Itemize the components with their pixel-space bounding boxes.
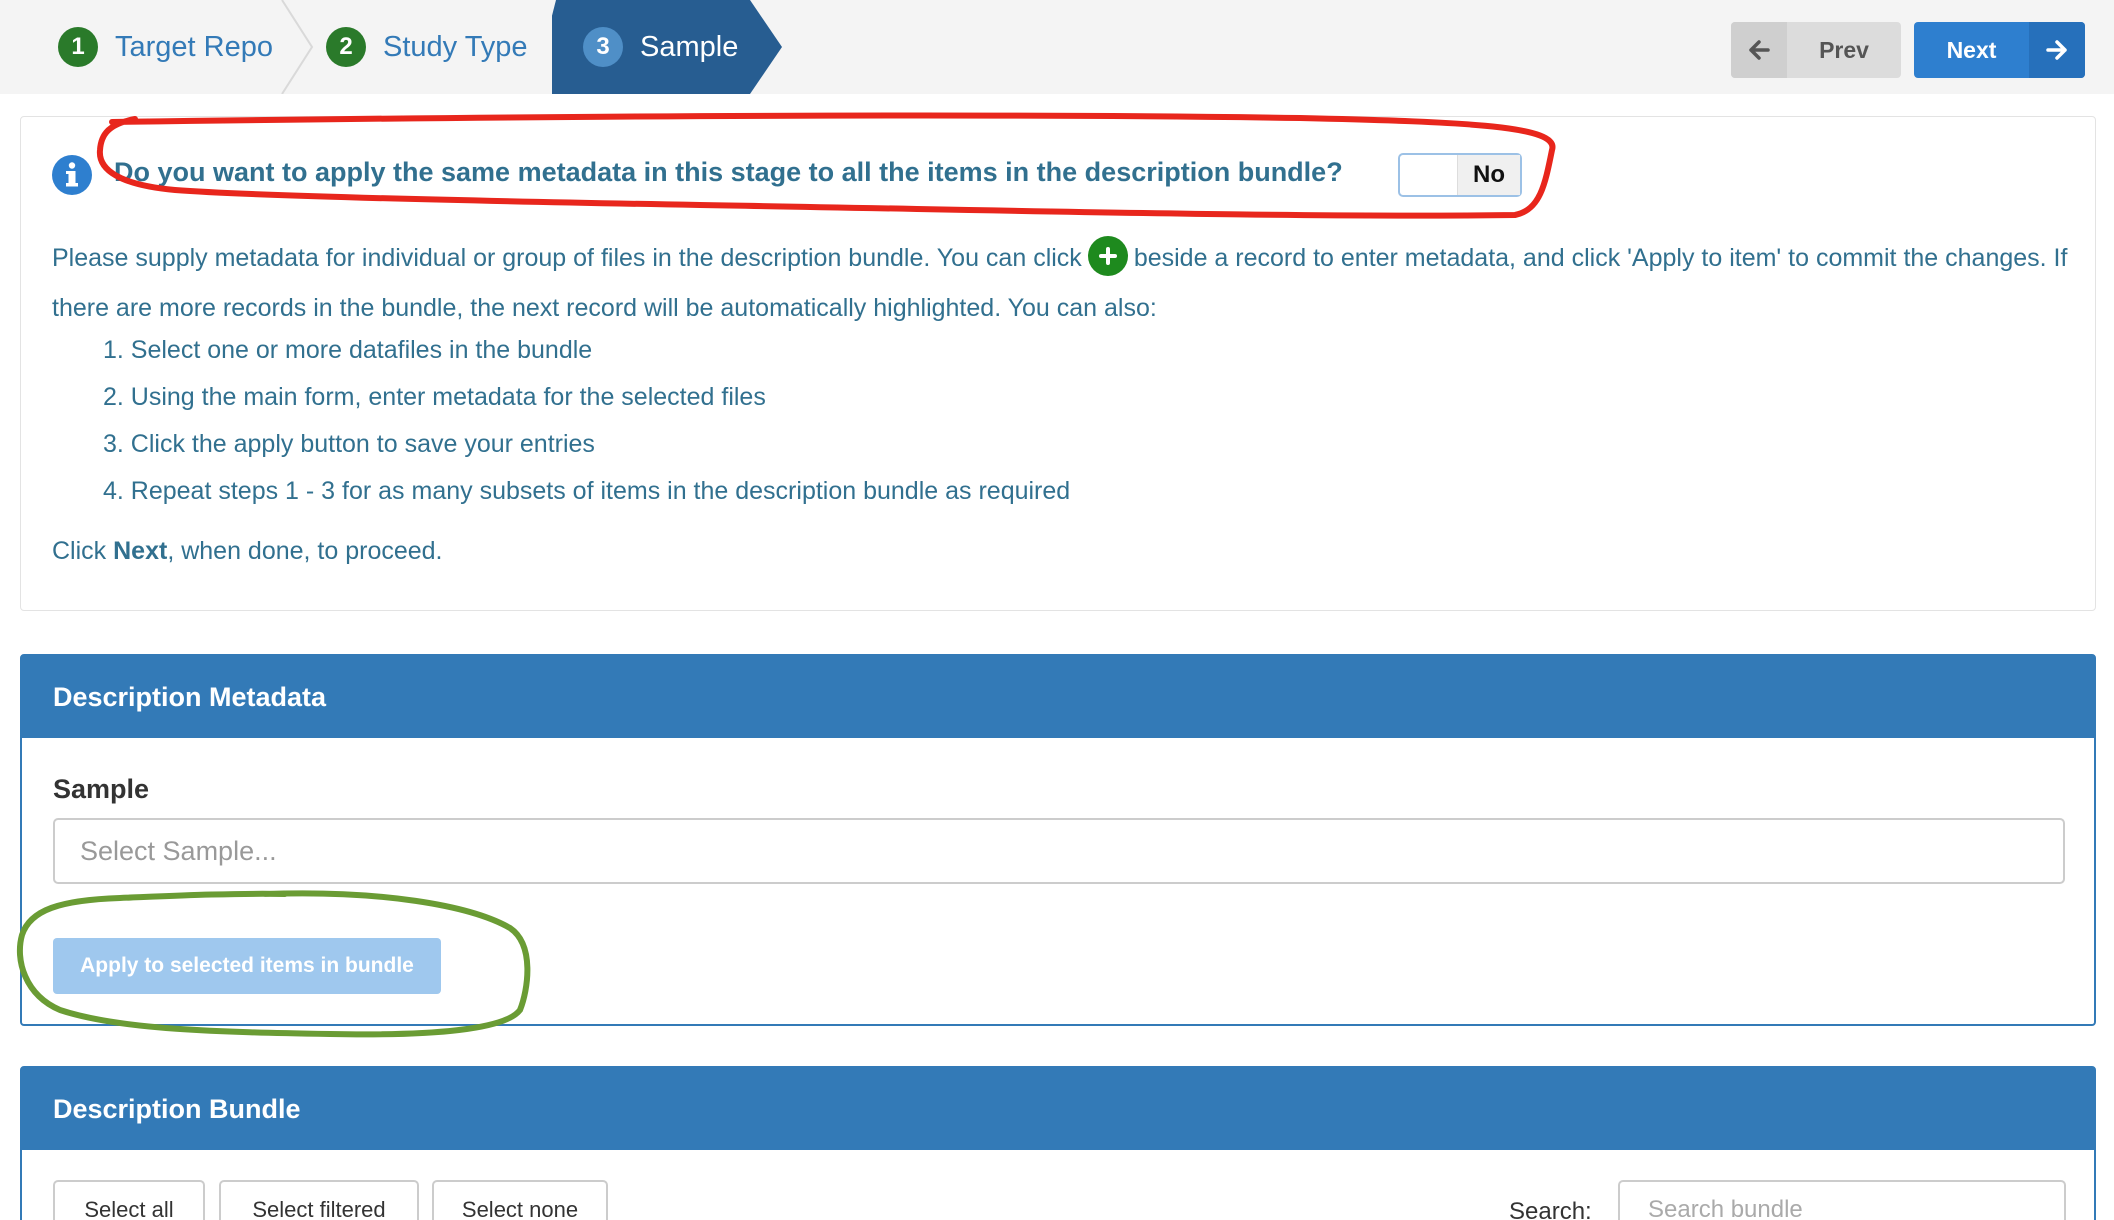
sample-field-label: Sample [53, 774, 150, 804]
step-target-repo[interactable]: 1 Target Repo [58, 0, 273, 94]
step-number-1: 1 [58, 27, 98, 67]
info-icon [52, 155, 92, 195]
toggle-value: No [1458, 155, 1520, 195]
proceed-prefix: Click [52, 537, 107, 565]
toggle-knob [1400, 155, 1458, 195]
select-none-button[interactable]: Select none [432, 1180, 608, 1220]
step-label-target-repo: Target Repo [115, 30, 273, 63]
step-number-2: 2 [326, 27, 366, 67]
instruction-step: 1. Select one or more datafiles in the b… [103, 336, 593, 364]
apply-same-metadata-question: Do you want to apply the same metadata i… [114, 157, 1343, 187]
instruction-step: 4. Repeat steps 1 - 3 for as many subset… [103, 477, 1071, 505]
description-metadata-panel: Description Metadata Sample Select Sampl… [20, 654, 2096, 1026]
proceed-next-word: Next [113, 537, 168, 565]
search-label: Search: [1509, 1198, 1592, 1220]
proceed-note: Click Next, when done, to proceed. [52, 537, 443, 566]
arrow-left-icon [1731, 22, 1787, 78]
search-bundle-input[interactable]: Search bundle [1618, 1180, 2066, 1220]
proceed-suffix: , when done, to proceed. [167, 537, 443, 565]
description-bundle-panel: Description Bundle Select all Select fil… [20, 1066, 2096, 1220]
select-all-button[interactable]: Select all [53, 1180, 205, 1220]
arrow-right-icon [2029, 22, 2085, 78]
step-separator [281, 0, 314, 94]
instructions-intro-before: Please supply metadata for individual or… [52, 244, 1082, 272]
instruction-step: 2. Using the main form, enter metadata f… [103, 383, 766, 411]
step-number-3: 3 [583, 27, 623, 67]
add-record-plus-icon [1087, 236, 1128, 277]
step-sample[interactable]: 3 Sample [583, 0, 738, 94]
next-button[interactable]: Next [1914, 22, 2085, 78]
next-label: Next [1946, 36, 1997, 63]
step-label-study-type: Study Type [383, 30, 528, 63]
select-filtered-button[interactable]: Select filtered [219, 1180, 419, 1220]
instructions-paragraph: Please supply metadata for individual or… [52, 233, 2072, 333]
info-panel: Do you want to apply the same metadata i… [20, 116, 2096, 611]
instruction-step: 3. Click the apply button to save your e… [103, 430, 595, 458]
apply-to-selected-button[interactable]: Apply to selected items in bundle [53, 938, 441, 994]
prev-label: Prev [1819, 36, 1869, 63]
step-study-type[interactable]: 2 Study Type [326, 0, 528, 94]
description-bundle-title: Description Bundle [22, 1068, 2094, 1150]
sample-select[interactable]: Select Sample... [53, 818, 2065, 884]
prev-button[interactable]: Prev [1731, 22, 1901, 78]
step-label-sample: Sample [640, 30, 739, 63]
apply-same-metadata-toggle[interactable]: No [1398, 153, 1522, 197]
description-metadata-title: Description Metadata [22, 656, 2094, 738]
instruction-steps-list: 1. Select one or more datafiles in the b… [103, 327, 1070, 515]
